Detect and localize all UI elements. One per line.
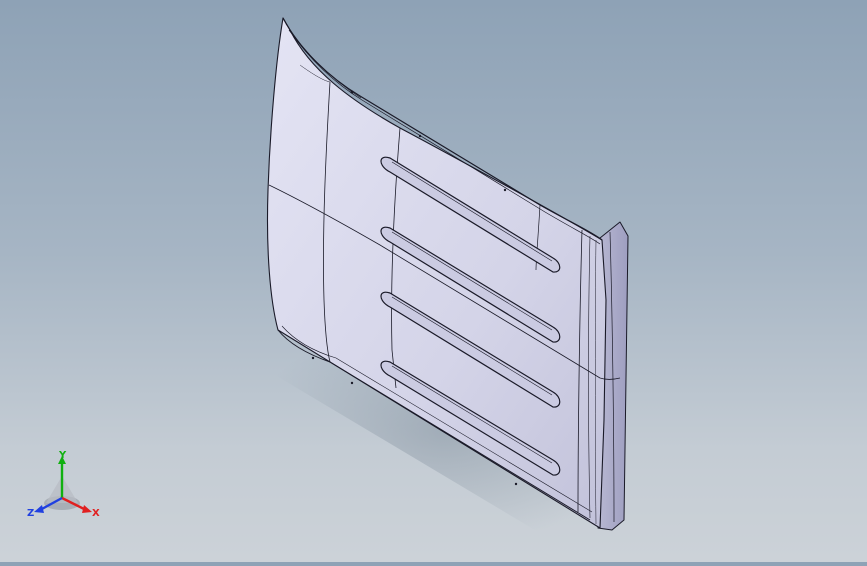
model-canvas[interactable] <box>0 0 867 562</box>
orientation-triad[interactable]: Y X Z <box>24 448 104 520</box>
z-axis-label: Z <box>27 508 34 519</box>
3d-viewport[interactable] <box>0 0 867 562</box>
x-axis-label: X <box>92 508 100 519</box>
y-axis-label: Y <box>58 450 67 461</box>
